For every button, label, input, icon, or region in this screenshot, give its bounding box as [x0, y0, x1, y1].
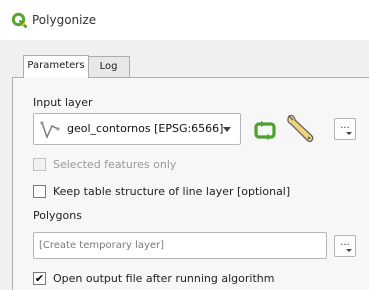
tab-log[interactable]: Log — [87, 56, 130, 77]
polygons-output-field — [33, 232, 327, 259]
keep-table-structure-label: Keep table structure of line layer [opti… — [53, 185, 291, 198]
open-output-file-checkbox[interactable]: ✔ — [33, 272, 46, 285]
iterate-features-icon[interactable] — [253, 118, 277, 142]
polygons-output-input[interactable] — [34, 233, 326, 258]
input-layer-label: Input layer — [33, 96, 93, 109]
input-layer-value: geol_contornos [EPSG:6566] — [67, 122, 224, 135]
window-titlebar: Polygonize — [0, 0, 369, 40]
tab-parameters[interactable]: Parameters — [23, 55, 89, 78]
line-layer-icon — [40, 121, 60, 139]
qgis-logo-icon — [11, 12, 27, 28]
polygons-label: Polygons — [33, 209, 82, 222]
chevron-down-icon — [223, 127, 231, 132]
chevron-down-icon — [346, 249, 352, 252]
selected-features-only-checkbox[interactable] — [33, 158, 46, 171]
open-output-file-label: Open output file after running algorithm — [53, 272, 275, 285]
keep-table-structure-checkbox[interactable] — [33, 185, 46, 198]
chevron-down-icon — [346, 132, 352, 135]
input-layer-options-button[interactable]: ... — [334, 118, 356, 140]
checkmark-icon: ✔ — [34, 272, 45, 285]
input-layer-combo[interactable]: geol_contornos [EPSG:6566] — [33, 113, 241, 145]
selected-features-only-label: Selected features only — [53, 158, 177, 171]
polygons-output-options-button[interactable]: ... — [334, 235, 356, 257]
window-title: Polygonize — [32, 13, 97, 27]
wrench-icon[interactable] — [284, 111, 316, 147]
